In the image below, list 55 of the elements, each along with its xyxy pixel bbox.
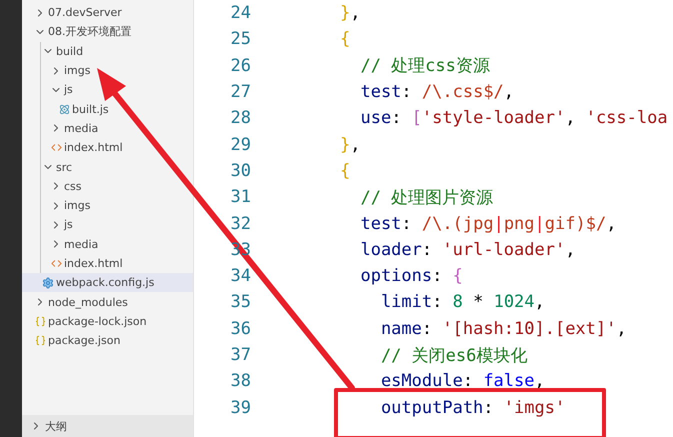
tree-item[interactable]: build	[22, 42, 193, 61]
tree-item[interactable]: index.html	[22, 254, 193, 274]
tree-item[interactable]: package.json	[22, 331, 193, 350]
tree-item[interactable]: 07.devServer	[22, 3, 193, 22]
code-line: test: /\.(jpg|png|gif)$/,	[359, 214, 616, 234]
braces-icon	[34, 316, 46, 327]
code-line: // 关闭es6模块化	[380, 344, 528, 366]
line-number: 38	[230, 371, 251, 392]
tree-item[interactable]: package-lock.json	[22, 312, 193, 332]
line-number: 32	[230, 214, 251, 234]
code-line: // 处理css资源	[359, 55, 490, 78]
tree-item[interactable]: node_modules	[22, 292, 193, 312]
line-number: 35	[230, 292, 251, 312]
code-line: loader: 'url-loader',	[359, 240, 576, 260]
line-number: 30	[230, 160, 251, 181]
code-icon	[50, 142, 62, 154]
code-line: },	[340, 134, 360, 155]
code-icon	[50, 258, 62, 269]
line-number: 37	[230, 345, 251, 365]
line-number: 24	[230, 3, 251, 24]
tree-item[interactable]: 08.开发环境配置	[22, 22, 193, 42]
tree-item[interactable]: src	[22, 157, 193, 177]
line-number: 26	[230, 56, 251, 76]
code-line: },	[340, 3, 360, 24]
tree-item[interactable]: imgs	[22, 60, 193, 80]
tree-item[interactable]: js	[22, 80, 193, 100]
code-line: test: /\.css$/,	[359, 82, 514, 102]
code-line: options: {	[359, 266, 463, 286]
line-number: 27	[230, 82, 251, 102]
braces-icon	[34, 335, 46, 346]
outline-section-header[interactable]: 大纲	[22, 415, 193, 437]
code-line: limit: 8 * 1024,	[380, 292, 545, 312]
line-number: 25	[230, 29, 251, 50]
tree-item[interactable]: js	[22, 215, 193, 235]
tree-item[interactable]: media	[22, 234, 193, 254]
code-line: // 处理图片资源	[359, 186, 494, 209]
code-line: outputPath: 'imgs'	[340, 398, 566, 418]
line-number: 36	[230, 318, 251, 339]
line-number: 34	[230, 266, 251, 286]
atom-icon	[58, 104, 70, 115]
line-number: 28	[230, 108, 251, 128]
line-number: 31	[230, 187, 251, 208]
tree-item[interactable]: built.js	[22, 99, 193, 119]
line-number: 29	[230, 134, 251, 155]
tree-item[interactable]: media	[22, 118, 193, 138]
code-line: use: ['style-loader', 'css-loa	[359, 108, 668, 128]
line-number: 39	[230, 398, 251, 418]
code-line: {	[340, 29, 350, 50]
tree-item[interactable]: webpack.config.js	[22, 273, 193, 292]
tree-item[interactable]: index.html	[22, 138, 193, 158]
code-line: {	[340, 160, 350, 181]
gear-icon	[42, 276, 54, 289]
tree-item[interactable]: css	[22, 176, 193, 196]
tree-item[interactable]: imgs	[22, 196, 193, 216]
code-line: name: '[hash:10].[ext]',	[380, 318, 627, 339]
